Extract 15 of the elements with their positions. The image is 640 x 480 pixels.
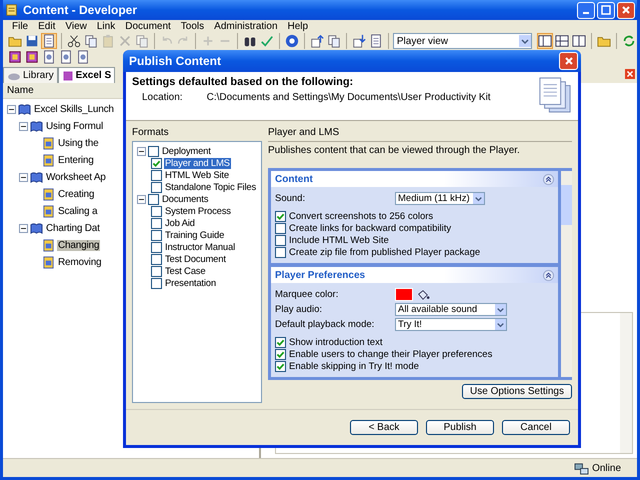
- section-title: Player Preferences: [275, 270, 366, 280]
- field-label: Play audio:: [275, 304, 324, 315]
- field-label: Default playback mode:: [275, 319, 376, 330]
- format-title: Player and LMS: [268, 127, 572, 142]
- dialog-title: Publish Content: [129, 54, 221, 68]
- location-label: Location:: [142, 92, 183, 103]
- window-title: Content - Developer: [23, 3, 138, 17]
- section-title: Content: [275, 174, 313, 184]
- formats-label: Formats: [132, 127, 170, 138]
- format-description: Publishes content that can be viewed through the Player.: [268, 144, 521, 158]
- settings-heading: Settings defaulted based on the following:: [132, 76, 354, 88]
- field-label: Sound:: [275, 193, 306, 204]
- field-label: Marquee color:: [275, 289, 340, 300]
- status-text: Online: [592, 462, 621, 474]
- location-path: C:\Documents and Settings\My Documents\User Productivity Kit: [206, 92, 491, 103]
